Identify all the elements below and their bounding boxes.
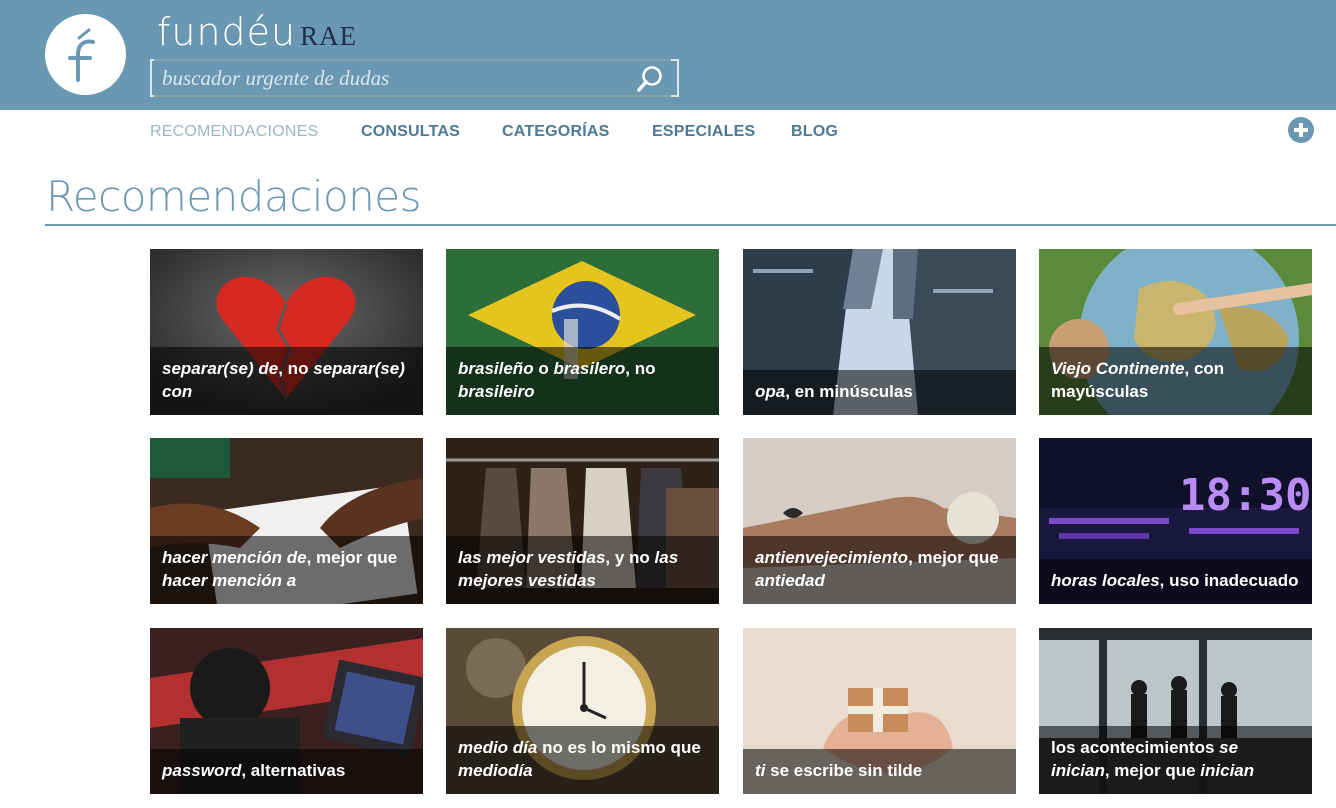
- card-title[interactable]: hacer mención de, mejor que hacer menció…: [162, 546, 411, 592]
- recommendation-card[interactable]: password, alternativas: [150, 628, 423, 794]
- brand-wordmark[interactable]: fundéu RAE: [157, 10, 357, 54]
- card-title[interactable]: password, alternativas: [162, 759, 411, 782]
- card-title[interactable]: separar(se) de, no separar(se) con: [162, 357, 411, 403]
- card-title[interactable]: Viejo Continente, con mayúsculas: [1051, 357, 1300, 403]
- brand-main: fundéu: [157, 10, 297, 54]
- card-caption: opa, en minúsculas: [743, 370, 1016, 415]
- card-caption: antienvejecimiento, mejor que antiedad: [743, 536, 1016, 604]
- card-caption: ti se escribe sin tilde: [743, 749, 1016, 794]
- site-header: fundéu RAE: [0, 0, 1336, 110]
- card-caption: horas locales, uso inadecuado: [1039, 559, 1312, 604]
- title-divider: [45, 224, 1336, 226]
- card-title[interactable]: los acontecimientos se inician, mejor qu…: [1051, 736, 1300, 782]
- nav-recomendaciones[interactable]: RECOMENDACIONES: [150, 123, 318, 141]
- card-title[interactable]: medio día no es lo mismo que mediodía: [458, 736, 707, 782]
- card-caption: separar(se) de, no separar(se) con: [150, 347, 423, 415]
- search-bracket-left: [150, 59, 158, 97]
- card-caption: password, alternativas: [150, 749, 423, 794]
- card-caption: hacer mención de, mejor que hacer menció…: [150, 536, 423, 604]
- card-title[interactable]: brasileño o brasilero, no brasileiro: [458, 357, 707, 403]
- plus-circle-icon[interactable]: [1288, 117, 1314, 143]
- search-border-bottom: [154, 95, 675, 97]
- recommendation-card[interactable]: las mejor vestidas, y no las mejores ves…: [446, 438, 719, 604]
- nav-consultas[interactable]: CONSULTAS: [361, 123, 460, 141]
- svg-text:18:30: 18:30: [1179, 470, 1311, 521]
- recommendation-card[interactable]: Viejo Continente, con mayúsculas: [1039, 249, 1312, 415]
- recommendation-card[interactable]: brasileño o brasilero, no brasileiro: [446, 249, 719, 415]
- card-title[interactable]: ti se escribe sin tilde: [755, 759, 1004, 782]
- search-input[interactable]: [162, 64, 622, 92]
- recommendation-card[interactable]: los acontecimientos se inician, mejor qu…: [1039, 628, 1312, 794]
- recommendation-card[interactable]: separar(se) de, no separar(se) con: [150, 249, 423, 415]
- nav-especiales[interactable]: ESPECIALES: [652, 123, 755, 141]
- search-border-top: [154, 59, 675, 61]
- main-nav: RECOMENDACIONES CONSULTAS CATEGORÍAS ESP…: [0, 110, 1336, 152]
- search-icon[interactable]: [635, 64, 665, 94]
- recommendation-card[interactable]: hacer mención de, mejor que hacer menció…: [150, 438, 423, 604]
- recommendation-card[interactable]: antienvejecimiento, mejor que antiedad: [743, 438, 1016, 604]
- card-caption: medio día no es lo mismo que mediodía: [446, 726, 719, 794]
- card-caption: las mejor vestidas, y no las mejores ves…: [446, 536, 719, 604]
- card-caption: brasileño o brasilero, no brasileiro: [446, 347, 719, 415]
- nav-blog[interactable]: BLOG: [791, 123, 838, 141]
- card-title[interactable]: opa, en minúsculas: [755, 380, 1004, 403]
- recommendation-card[interactable]: opa, en minúsculas: [743, 249, 1016, 415]
- card-title[interactable]: las mejor vestidas, y no las mejores ves…: [458, 546, 707, 592]
- card-caption: Viejo Continente, con mayúsculas: [1039, 347, 1312, 415]
- search-bracket-right: [671, 59, 679, 97]
- nav-categorias[interactable]: CATEGORÍAS: [502, 123, 609, 141]
- fundeu-logo-icon[interactable]: [45, 14, 126, 95]
- recommendation-card[interactable]: medio día no es lo mismo que mediodía: [446, 628, 719, 794]
- recommendation-card[interactable]: ti se escribe sin tilde: [743, 628, 1016, 794]
- card-caption: los acontecimientos se inician, mejor qu…: [1039, 726, 1312, 794]
- recommendation-card[interactable]: 18:30 horas locales, uso inadecuado: [1039, 438, 1312, 604]
- card-title[interactable]: horas locales, uso inadecuado: [1051, 569, 1300, 592]
- page-title: Recomendaciones: [46, 172, 422, 221]
- card-title[interactable]: antienvejecimiento, mejor que antiedad: [755, 546, 1004, 592]
- search-box: [150, 59, 679, 97]
- brand-sub: RAE: [300, 21, 358, 51]
